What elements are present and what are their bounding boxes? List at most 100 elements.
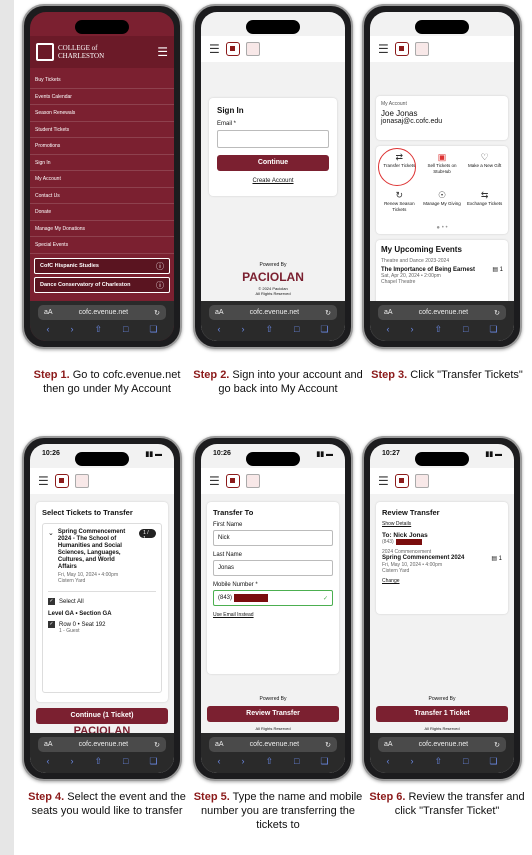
action-tile[interactable]: ♡ Make a New Gift	[463, 152, 506, 186]
special-event-item[interactable]: Dance Conservatory of Charleston ⓘ	[34, 277, 170, 293]
text-size-icon[interactable]: aA	[44, 309, 53, 316]
url-bar[interactable]: aA cofc.evenue.net ↻	[378, 737, 506, 752]
step-caption: Step 2. Sign into your account and go ba…	[193, 368, 363, 396]
url-bar[interactable]: aA cofc.evenue.net ↻	[38, 305, 166, 320]
forward-icon[interactable]: ›	[70, 324, 73, 334]
last-name-field[interactable]: Jonas	[213, 560, 333, 576]
back-icon[interactable]: ‹	[217, 756, 220, 766]
action-tile[interactable]: ▣ Sell Tickets on StubHub	[421, 152, 464, 186]
menu-item[interactable]: My Account	[30, 171, 174, 188]
menu-item[interactable]: Sign In	[30, 155, 174, 171]
event-venue: Cistern Yard	[382, 568, 410, 574]
forward-icon[interactable]: ›	[241, 756, 244, 766]
tabs-icon[interactable]: ❏	[320, 324, 328, 335]
menu-item[interactable]: Donate	[30, 204, 174, 221]
url-bar[interactable]: aA cofc.evenue.net ↻	[209, 305, 337, 320]
transfer-ticket-button[interactable]: Transfer 1 Ticket	[376, 706, 508, 722]
text-size-icon[interactable]: aA	[215, 309, 224, 316]
tabs-icon[interactable]: ❏	[149, 756, 157, 767]
create-account-link[interactable]: Create Account	[217, 178, 329, 184]
bookmarks-icon[interactable]: □	[123, 756, 128, 766]
forward-icon[interactable]: ›	[241, 324, 244, 334]
change-link[interactable]: Change	[382, 578, 502, 584]
url-bar[interactable]: aA cofc.evenue.net ↻	[209, 737, 337, 752]
forward-icon[interactable]: ›	[70, 756, 73, 766]
select-all-row[interactable]: ✓ Select All	[48, 598, 156, 605]
url-bar[interactable]: aA cofc.evenue.net ↻	[38, 737, 166, 752]
hamburger-icon[interactable]: ☰	[209, 42, 220, 56]
reload-icon[interactable]: ↻	[325, 741, 331, 749]
action-tile[interactable]: ⇆ Exchange Tickets	[463, 190, 506, 224]
menu-item[interactable]: Buy Tickets	[30, 72, 174, 89]
hamburger-icon[interactable]: ☰	[209, 474, 220, 488]
reload-icon[interactable]: ↻	[494, 309, 500, 317]
event-title: Spring Commencement 2024	[382, 555, 465, 561]
hamburger-icon[interactable]: ☰	[378, 474, 389, 488]
reload-icon[interactable]: ↻	[325, 309, 331, 317]
menu-item[interactable]: Events Calendar	[30, 89, 174, 105]
back-icon[interactable]: ‹	[46, 324, 49, 334]
first-name-field[interactable]: Nick	[213, 530, 333, 546]
event-row[interactable]: The Importance of Being Earnest ▤ 1	[381, 266, 503, 274]
text-size-icon[interactable]: aA	[44, 741, 53, 748]
info-icon[interactable]: ⓘ	[156, 280, 164, 291]
action-tile[interactable]: ☉ Manage My Giving	[421, 190, 464, 224]
text-size-icon[interactable]: aA	[215, 741, 224, 748]
menu-item[interactable]: Student Tickets	[30, 122, 174, 138]
use-email-link[interactable]: Use Email Instead	[213, 612, 333, 618]
back-icon[interactable]: ‹	[386, 324, 389, 334]
checkbox-checked-icon[interactable]: ✓	[48, 621, 55, 628]
menu-item[interactable]: Contact Us	[30, 188, 174, 204]
hamburger-icon[interactable]: ☰	[378, 42, 389, 56]
reload-icon[interactable]: ↻	[154, 309, 160, 317]
menu-item[interactable]: Manage My Donations	[30, 221, 174, 237]
reload-icon[interactable]: ↻	[494, 741, 500, 749]
bookmarks-icon[interactable]: □	[123, 324, 128, 334]
share-icon[interactable]: ⇧	[265, 324, 273, 335]
rights: All Rights Reserved	[424, 726, 460, 731]
step-number: Step 3.	[371, 369, 408, 381]
continue-button[interactable]: Continue (1 Ticket)	[36, 708, 168, 724]
continue-button[interactable]: Continue	[217, 155, 329, 171]
text-size-icon[interactable]: aA	[384, 309, 393, 316]
tabs-icon[interactable]: ❏	[489, 324, 497, 335]
back-icon[interactable]: ‹	[386, 756, 389, 766]
hamburger-icon[interactable]: ☰	[38, 474, 49, 488]
share-icon[interactable]: ⇧	[94, 756, 102, 767]
action-tile[interactable]: ↻ Renew Season Tickets	[378, 190, 421, 224]
chevron-down-icon[interactable]: ⌄	[48, 529, 54, 571]
bookmarks-icon[interactable]: □	[463, 756, 468, 766]
info-icon[interactable]: ⓘ	[156, 261, 164, 272]
email-field[interactable]	[217, 130, 329, 148]
tabs-icon[interactable]: ❏	[320, 756, 328, 767]
bookmarks-icon[interactable]: □	[294, 756, 299, 766]
share-icon[interactable]: ⇧	[434, 324, 442, 335]
share-icon[interactable]: ⇧	[265, 756, 273, 767]
menu-item[interactable]: Season Renewals	[30, 105, 174, 122]
event-title: Spring Commencement 2024 - The School of…	[57, 529, 126, 570]
seat-row[interactable]: ✓ Row 0 • Seat 192	[48, 621, 156, 628]
share-icon[interactable]: ⇧	[434, 756, 442, 767]
hamburger-icon[interactable]: ☰	[157, 45, 168, 59]
url-bar[interactable]: aA cofc.evenue.net ↻	[378, 305, 506, 320]
event-header[interactable]: ⌄ Spring Commencement 2024 - The School …	[48, 529, 156, 571]
text-size-icon[interactable]: aA	[384, 741, 393, 748]
forward-icon[interactable]: ›	[410, 756, 413, 766]
show-details-link[interactable]: Show Details	[382, 521, 502, 527]
forward-icon[interactable]: ›	[410, 324, 413, 334]
checkbox-checked-icon[interactable]: ✓	[48, 598, 55, 605]
bookmarks-icon[interactable]: □	[294, 324, 299, 334]
mobile-field[interactable]: (843) ✓	[213, 590, 333, 606]
back-icon[interactable]: ‹	[46, 756, 49, 766]
tabs-icon[interactable]: ❏	[489, 756, 497, 767]
share-icon[interactable]: ⇧	[94, 324, 102, 335]
tabs-icon[interactable]: ❏	[149, 324, 157, 335]
special-event-item[interactable]: CofC Hispanic Studies ⓘ	[34, 258, 170, 274]
menu-item[interactable]: Promotions	[30, 138, 174, 155]
reload-icon[interactable]: ↻	[154, 741, 160, 749]
bookmarks-icon[interactable]: □	[463, 324, 468, 334]
back-icon[interactable]: ‹	[217, 324, 220, 334]
review-transfer-button[interactable]: Review Transfer	[207, 706, 339, 722]
clock: 10:27	[382, 450, 400, 457]
menu-item[interactable]: Special Events	[30, 237, 174, 254]
